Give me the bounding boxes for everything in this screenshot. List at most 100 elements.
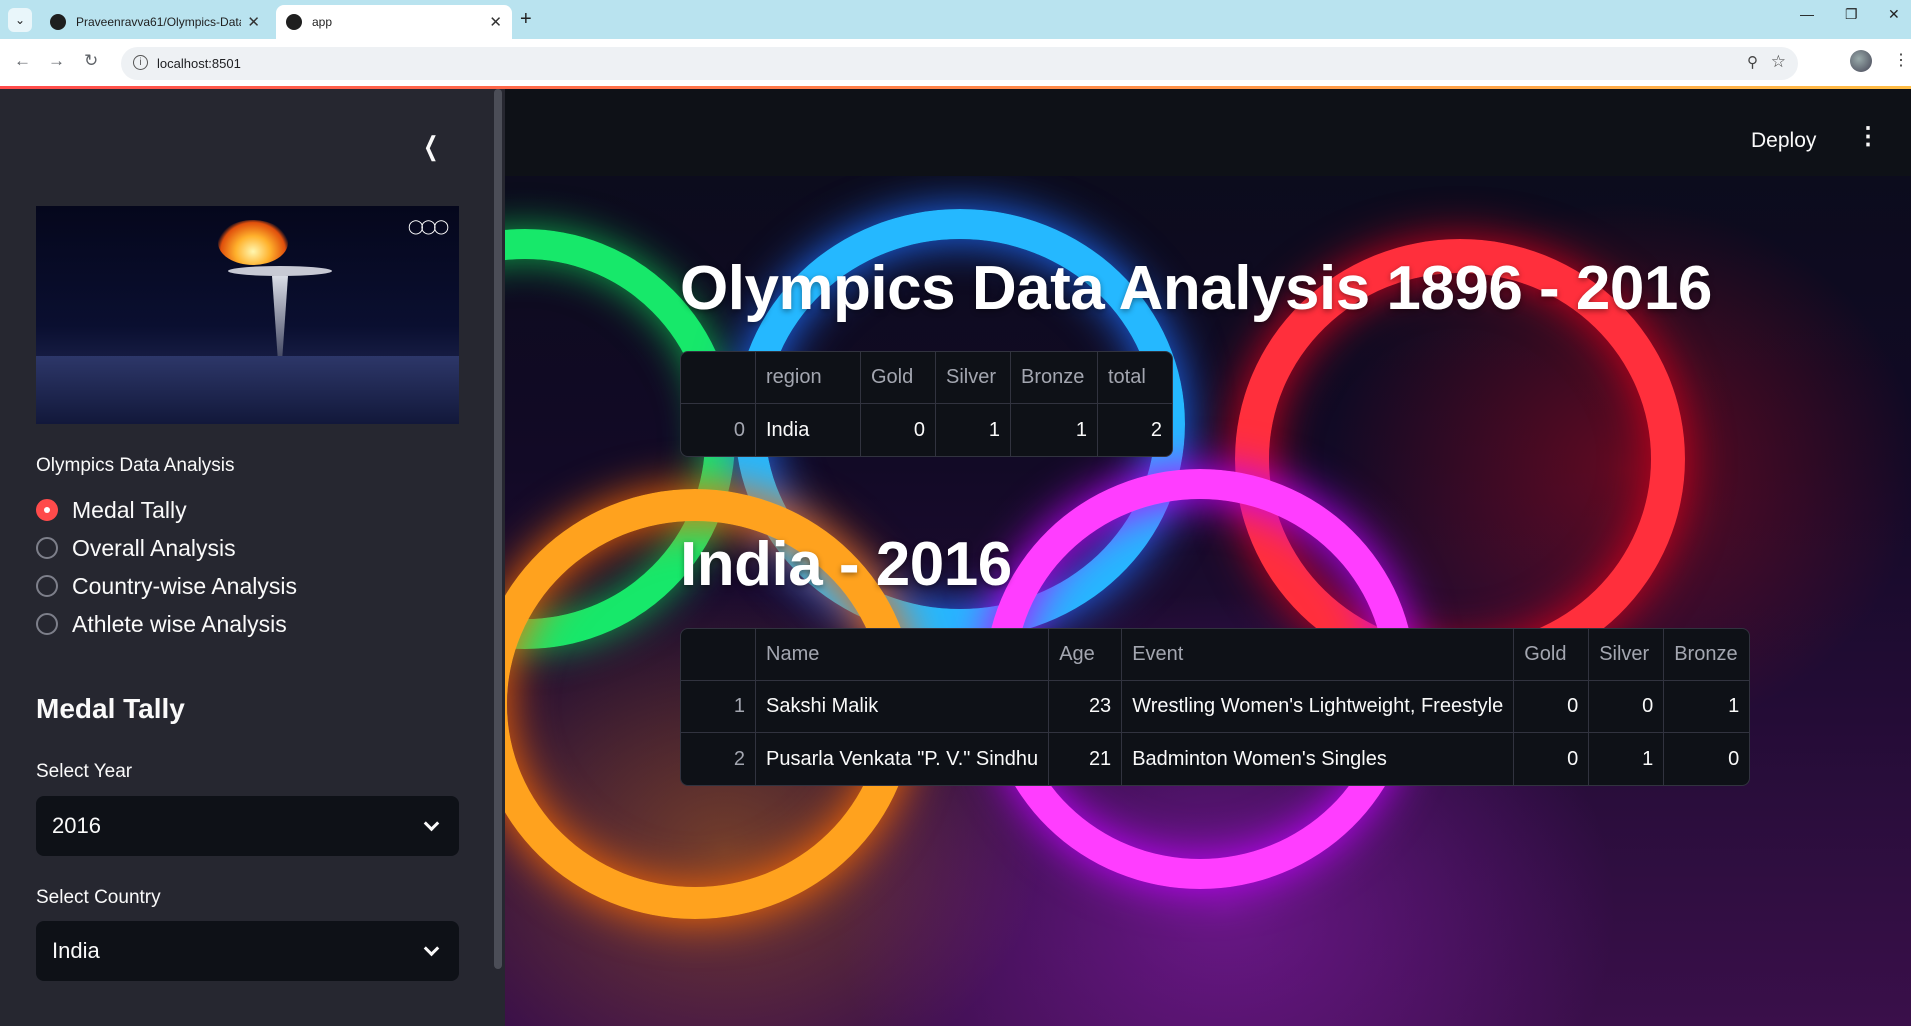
minimize-icon[interactable]: — [1800, 6, 1814, 22]
event-cell[interactable]: Badminton Women's Singles [1122, 733, 1515, 785]
year-select[interactable]: 2016 [36, 796, 459, 856]
age-cell[interactable]: 23 [1049, 681, 1123, 733]
silver-cell[interactable]: 0 [1589, 681, 1665, 733]
radio-unselected-icon[interactable] [36, 575, 58, 597]
column-header[interactable]: Age [1049, 629, 1123, 681]
page-title: Olympics Data Analysis 1896 - 2016 [680, 254, 1712, 323]
event-cell[interactable]: Wrestling Women's Lightweight, Freestyle [1122, 681, 1515, 733]
radio-unselected-icon[interactable] [36, 537, 58, 559]
tab-title: app [312, 15, 333, 29]
radio-overall-analysis[interactable]: Overall Analysis [36, 529, 297, 567]
age-cell[interactable]: 21 [1049, 733, 1123, 785]
sidebar-scrollbar[interactable] [494, 89, 502, 969]
back-icon[interactable]: ← [14, 51, 31, 71]
collapse-sidebar-icon[interactable]: ❮ [423, 131, 438, 162]
column-header[interactable]: Event [1122, 629, 1515, 681]
browser-toolbar: ← → ↻ i localhost:8501 ⚲ ☆ [0, 39, 1911, 87]
profile-avatar[interactable] [1850, 50, 1872, 72]
radio-label: Medal Tally [72, 496, 187, 523]
browser-tab-app[interactable]: app ✕ [276, 5, 512, 39]
gold-cell[interactable]: 0 [1514, 733, 1590, 785]
country-select[interactable]: India [36, 921, 459, 981]
main-menu-icon[interactable]: ⋮ [1856, 122, 1880, 151]
column-header[interactable]: Name [756, 629, 1050, 681]
table-row: 2 Pusarla Venkata "P. V." Sindhu 21 Badm… [681, 733, 1749, 785]
address-bar[interactable]: i localhost:8501 ⚲ ☆ [121, 47, 1798, 80]
radio-selected-icon[interactable] [36, 499, 58, 521]
bronze-cell[interactable]: 1 [1664, 681, 1750, 733]
country-select-value: India [52, 938, 100, 963]
table-header-row: region Gold Silver Bronze total [681, 352, 1172, 404]
streamlit-icon [286, 14, 302, 30]
browser-tab-github[interactable]: Praveenravva61/Olympics-Data ✕ [40, 5, 270, 39]
cauldron-stem-shape [272, 276, 288, 356]
gold-cell[interactable]: 0 [1514, 681, 1590, 733]
table-header-row: Name Age Event Gold Silver Bronze [681, 629, 1750, 681]
country-select-label: Select Country [36, 887, 161, 908]
region-cell[interactable]: India [756, 404, 861, 456]
close-tab-icon[interactable]: ✕ [247, 13, 260, 31]
table-row: 1 Sakshi Malik 23 Wrestling Women's Ligh… [681, 681, 1750, 733]
column-header[interactable]: Silver [936, 352, 1011, 404]
radio-medal-tally[interactable]: Medal Tally [36, 491, 297, 529]
github-icon [50, 14, 66, 30]
flame-shape [218, 220, 288, 265]
athlete-table[interactable]: Name Age Event Gold Silver Bronze 1 Saks… [680, 628, 1751, 786]
stadium-shape [36, 356, 459, 424]
bookmark-star-icon[interactable]: ☆ [1771, 52, 1786, 72]
column-header[interactable]: Bronze [1011, 352, 1098, 404]
name-cell[interactable]: Sakshi Malik [756, 681, 1050, 733]
url-text: localhost:8501 [157, 56, 241, 71]
new-tab-icon[interactable]: + [520, 8, 532, 31]
reload-icon[interactable]: ↻ [84, 51, 98, 71]
column-header[interactable] [681, 352, 756, 404]
sidebar: ❮ ◯◯◯ Olympics Data Analysis Medal Tally… [0, 89, 505, 1026]
radio-unselected-icon[interactable] [36, 613, 58, 635]
column-header[interactable]: region [756, 352, 861, 404]
radio-country-wise-analysis[interactable]: Country-wise Analysis [36, 567, 297, 605]
gold-cell[interactable]: 0 [861, 404, 936, 456]
column-header[interactable]: Gold [1514, 629, 1590, 681]
row-index[interactable]: 1 [681, 681, 756, 733]
restore-icon[interactable]: ❐ [1845, 6, 1858, 23]
radio-label: Country-wise Analysis [72, 572, 297, 599]
deploy-button[interactable]: Deploy [1751, 129, 1816, 153]
table-row: 0 India 0 1 1 2 [681, 404, 1172, 456]
nav-radio-group: Medal Tally Overall Analysis Country-wis… [36, 491, 297, 643]
column-header[interactable]: total [1098, 352, 1172, 404]
section-title: India - 2016 [680, 530, 1012, 599]
olympic-flame-image: ◯◯◯ [36, 206, 459, 424]
chevron-down-icon [423, 815, 440, 831]
column-header[interactable]: Bronze [1664, 629, 1750, 681]
bronze-cell[interactable]: 0 [1664, 733, 1749, 785]
column-header[interactable]: Gold [861, 352, 936, 404]
browser-tab-strip: ⌄ Praveenravva61/Olympics-Data ✕ app ✕ +… [0, 0, 1911, 39]
zoom-icon[interactable]: ⚲ [1747, 53, 1758, 71]
medal-tally-table[interactable]: region Gold Silver Bronze total 0 India … [680, 351, 1173, 457]
olympic-rings-icon: ◯◯◯ [408, 218, 449, 234]
silver-cell[interactable]: 1 [1589, 733, 1665, 785]
close-tab-icon[interactable]: ✕ [489, 13, 502, 31]
radio-label: Overall Analysis [72, 534, 236, 561]
close-window-icon[interactable]: ✕ [1888, 6, 1900, 23]
tab-title: Praveenravva61/Olympics-Data [76, 15, 242, 29]
tab-search-icon[interactable]: ⌄ [8, 8, 32, 32]
forward-icon[interactable]: → [48, 51, 65, 71]
radio-athlete-wise-analysis[interactable]: Athlete wise Analysis [36, 605, 297, 643]
name-cell[interactable]: Pusarla Venkata "P. V." Sindhu [756, 733, 1050, 785]
silver-cell[interactable]: 1 [936, 404, 1011, 456]
row-index[interactable]: 2 [681, 733, 756, 785]
nav-radio-label: Olympics Data Analysis [36, 455, 235, 476]
app-header: Deploy ⋮ [505, 89, 1911, 176]
bronze-cell[interactable]: 1 [1011, 404, 1098, 456]
row-index[interactable]: 0 [681, 404, 756, 456]
year-select-label: Select Year [36, 761, 133, 782]
cauldron-shape [228, 266, 332, 276]
browser-menu-icon[interactable]: ⋮ [1893, 50, 1909, 70]
total-cell[interactable]: 2 [1098, 404, 1172, 456]
column-header[interactable] [681, 629, 756, 681]
site-info-icon[interactable]: i [133, 55, 148, 70]
main-content: Deploy ⋮ Olympics Data Analysis 1896 - 2… [505, 89, 1911, 1026]
column-header[interactable]: Silver [1589, 629, 1665, 681]
radio-label: Athlete wise Analysis [72, 610, 287, 637]
